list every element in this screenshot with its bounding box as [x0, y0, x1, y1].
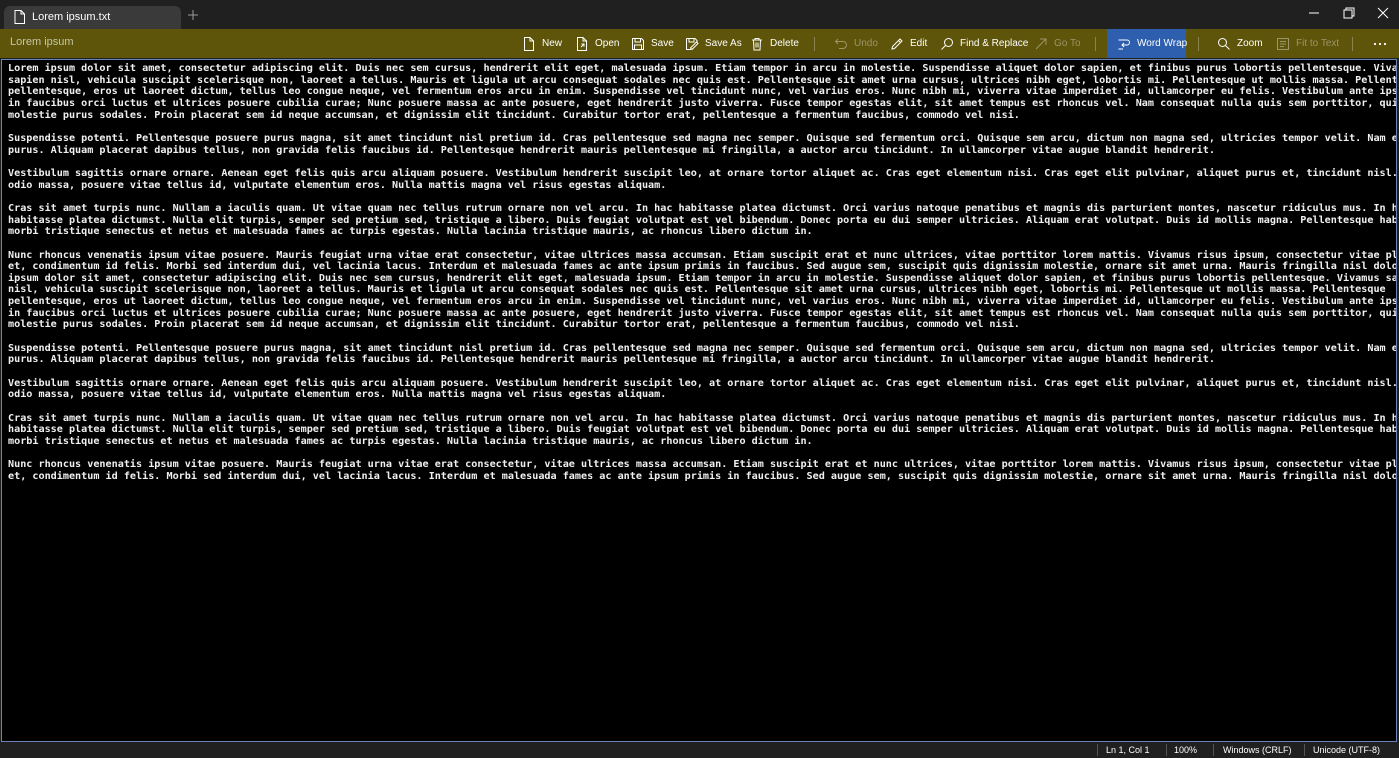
new-file-icon — [524, 36, 534, 51]
close-icon[interactable] — [1374, 4, 1392, 22]
find-replace-button[interactable]: Find & Replace — [940, 29, 1028, 58]
save-button[interactable]: Save — [631, 29, 674, 58]
undo-label: Undo — [854, 38, 878, 49]
fit-to-text-button[interactable]: Fit to Text — [1276, 29, 1339, 58]
delete-button[interactable]: Delete — [750, 29, 799, 58]
toolbar-separator — [1352, 37, 1353, 51]
document-title[interactable]: Lorem ipsum — [10, 36, 74, 48]
zoom-level[interactable]: 100% — [1174, 745, 1197, 755]
toolbar-separator — [1095, 37, 1096, 51]
save-label: Save — [651, 38, 674, 49]
status-separator — [1304, 744, 1305, 756]
text-editor[interactable]: Lorem ipsum dolor sit amet, consectetur … — [1, 59, 1397, 742]
delete-label: Delete — [770, 38, 799, 49]
open-file-icon — [577, 36, 587, 51]
toolbar-separator — [814, 37, 815, 51]
cursor-position[interactable]: Ln 1, Col 1 — [1106, 745, 1150, 755]
fit-icon — [1277, 37, 1289, 50]
trash-icon — [752, 37, 762, 50]
word-wrap-button[interactable]: Word Wrap — [1107, 29, 1188, 58]
status-bar: Ln 1, Col 1 100% Windows (CRLF) Unicode … — [0, 742, 1399, 758]
zoom-button[interactable]: Zoom — [1217, 29, 1263, 58]
fit-to-text-label: Fit to Text — [1296, 38, 1340, 49]
tab-title: Lorem ipsum.txt — [32, 11, 111, 23]
word-wrap-label: Word Wrap — [1137, 38, 1188, 49]
zoom-label: Zoom — [1237, 38, 1263, 49]
tab-lorem-ipsum[interactable]: Lorem ipsum.txt — [4, 6, 181, 29]
save-as-label: Save As — [705, 38, 742, 49]
toolbar-separator — [1198, 37, 1199, 51]
file-icon — [14, 10, 25, 24]
edit-button[interactable]: Edit — [890, 29, 927, 58]
open-label: Open — [595, 38, 620, 49]
pencil-icon — [891, 37, 903, 50]
new-tab-plus-icon[interactable] — [186, 8, 200, 22]
editor-content[interactable]: Lorem ipsum dolor sit amet, consectetur … — [2, 60, 1396, 483]
title-bar: Lorem ipsum.txt — [0, 0, 1399, 29]
line-ending[interactable]: Windows (CRLF) — [1223, 745, 1292, 755]
status-separator — [1166, 744, 1167, 756]
more-options-button[interactable] — [1373, 29, 1387, 58]
status-separator — [1213, 744, 1214, 756]
restore-icon[interactable] — [1340, 4, 1358, 22]
go-to-button[interactable]: Go To — [1034, 29, 1081, 58]
new-button[interactable]: New — [522, 29, 562, 58]
zoom-icon — [1218, 37, 1230, 50]
encoding[interactable]: Unicode (UTF-8) — [1313, 745, 1380, 755]
save-as-button[interactable]: Save As — [685, 29, 742, 58]
undo-button[interactable]: Undo — [834, 29, 878, 58]
search-icon — [941, 37, 953, 50]
go-to-label: Go To — [1054, 38, 1081, 49]
undo-icon — [834, 38, 847, 49]
edit-label: Edit — [910, 38, 928, 49]
open-button[interactable]: Open — [575, 29, 619, 58]
save-as-icon — [686, 37, 699, 50]
save-icon — [632, 37, 644, 50]
wrap-icon — [1118, 39, 1130, 49]
new-label: New — [542, 38, 563, 49]
minimize-icon[interactable] — [1305, 4, 1323, 22]
status-separator — [1097, 744, 1098, 756]
more-icon — [1373, 42, 1387, 45]
find-replace-label: Find & Replace — [960, 38, 1029, 49]
arrow-icon — [1035, 38, 1047, 49]
toolbar: Lorem ipsum New Open Save Save As Delete… — [0, 29, 1399, 58]
